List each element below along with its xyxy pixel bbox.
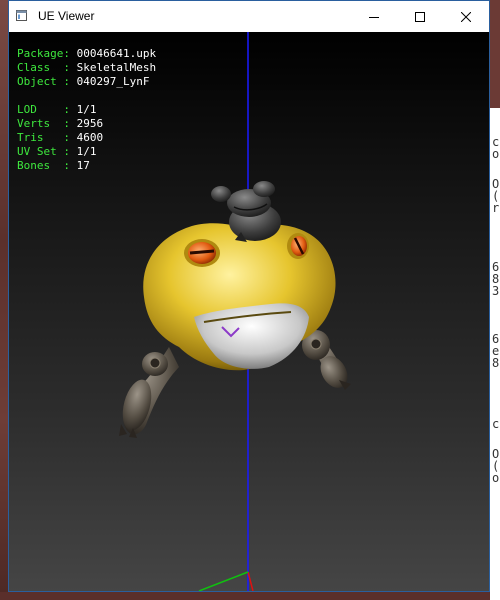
y-axis-line xyxy=(198,571,249,591)
minimize-button[interactable] xyxy=(351,1,397,32)
background-window-char: o xyxy=(492,471,500,485)
desktop-background-bottom xyxy=(0,592,500,600)
close-icon xyxy=(461,11,471,22)
info-lod: LOD : 1/1 xyxy=(17,103,97,116)
info-verts: Verts : 2956 xyxy=(17,117,104,130)
background-window-char: c xyxy=(492,417,500,431)
right-leg xyxy=(302,330,351,390)
info-object: Object : 040297_LynF xyxy=(17,75,150,88)
background-window-char: r xyxy=(492,201,500,215)
info-bones: Bones : 17 xyxy=(17,159,90,172)
window-title: UE Viewer xyxy=(38,9,95,23)
info-uvset: UV Set : 1/1 xyxy=(17,145,97,158)
minimize-icon xyxy=(369,16,379,18)
maximize-button[interactable] xyxy=(397,1,443,32)
desktop-background-right xyxy=(490,0,500,108)
background-window-char: o xyxy=(492,147,500,161)
background-window-char: 3 xyxy=(492,284,500,298)
3d-viewport[interactable]: Package: 00046641.upk Class : SkeletalMe… xyxy=(9,32,489,591)
close-button[interactable] xyxy=(443,1,489,32)
left-leg xyxy=(119,347,179,438)
title-bar[interactable]: UE Viewer xyxy=(9,1,489,32)
background-window-edge[interactable]: c o O(r 6 8 3 6 e 8 c O(o xyxy=(490,108,500,600)
background-window-char: 8 xyxy=(492,356,500,370)
maximize-icon xyxy=(415,11,425,22)
mesh-info-overlay: Package: 00046641.upk Class : SkeletalMe… xyxy=(17,47,156,173)
info-package: Package: 00046641.upk xyxy=(17,47,157,60)
info-class: Class : SkeletalMesh xyxy=(17,61,157,74)
ue-viewer-window: UE Viewer Package: 00046641.upk Class: … xyxy=(8,0,490,592)
info-tris: Tris : 4600 xyxy=(17,131,104,144)
app-window-icon xyxy=(16,10,27,21)
